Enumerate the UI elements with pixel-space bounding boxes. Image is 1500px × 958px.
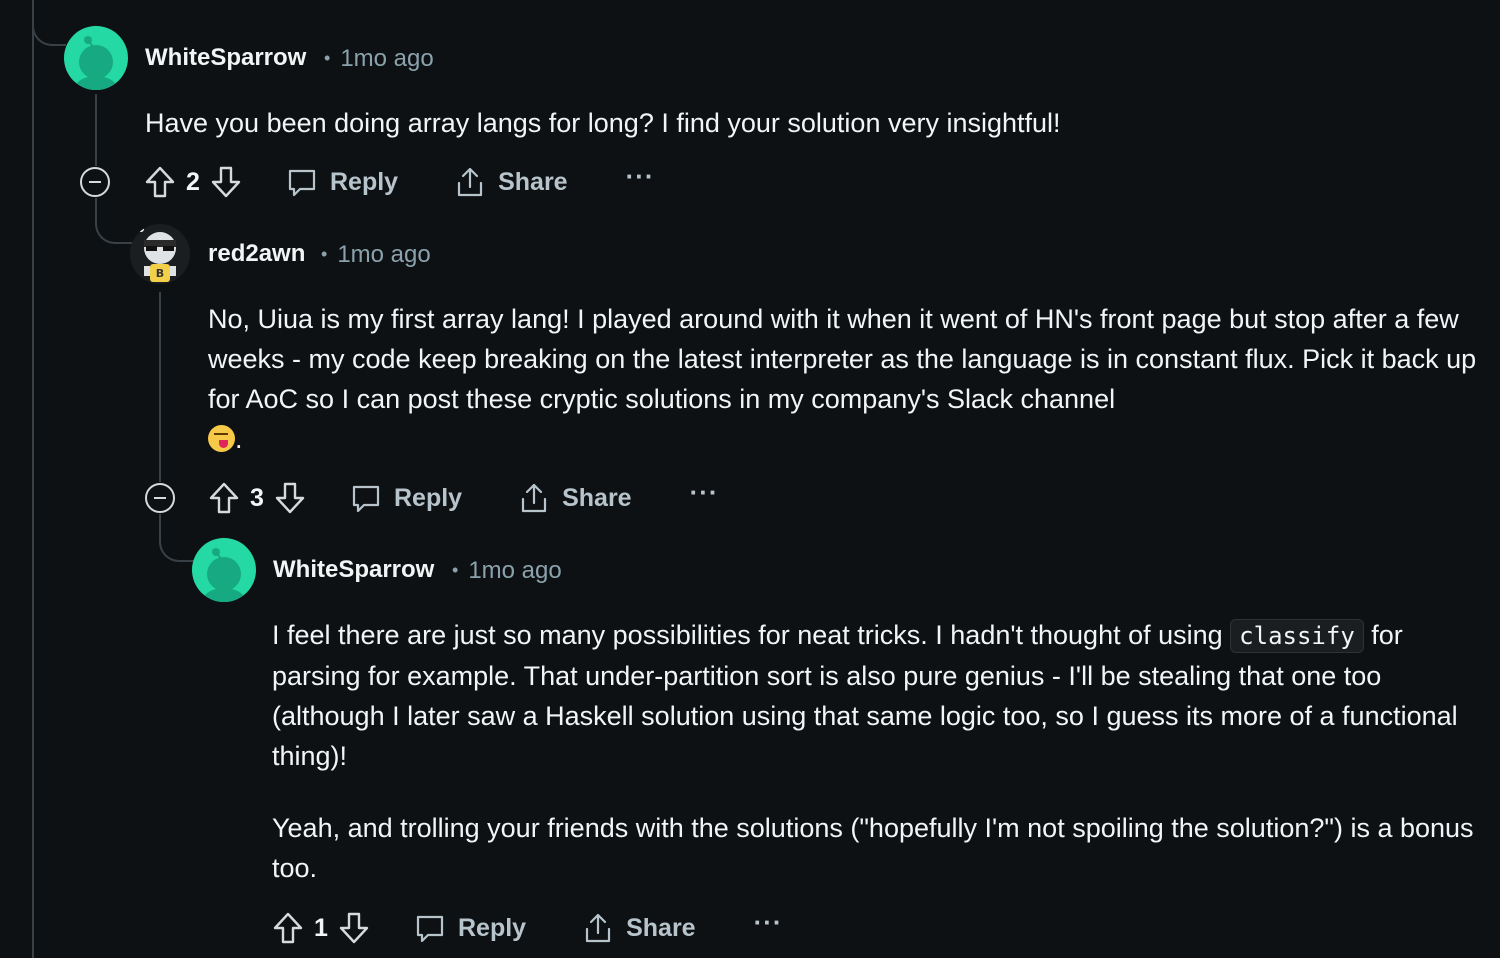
comment-bubble-icon: [288, 169, 316, 197]
comment-text: Have you been doing array langs for long…: [145, 108, 1061, 138]
comment-body: Have you been doing array langs for long…: [145, 103, 1475, 143]
comment-actions: 2 Reply Share ···: [144, 160, 655, 204]
comment-paragraph-1: I feel there are just so many possibilit…: [272, 615, 1487, 776]
downvote-button[interactable]: [210, 165, 242, 199]
comment-body: I feel there are just so many possibilit…: [272, 615, 1487, 888]
share-upload-icon: [457, 167, 483, 197]
comment-actions: 3 Reply Share ···: [208, 476, 719, 520]
comment-text-end: .: [235, 424, 243, 454]
share-upload-icon: [585, 913, 611, 943]
comment-body: No, Uiua is my first array lang! I playe…: [208, 299, 1478, 459]
share-label: Share: [626, 913, 696, 942]
downvote-button[interactable]: [274, 481, 306, 515]
comment-meta: • 1mo ago: [311, 241, 431, 269]
upvote-arrow-icon: [209, 482, 239, 514]
avatar[interactable]: B: [130, 224, 190, 284]
share-upload-icon: [521, 483, 547, 513]
upvote-button[interactable]: [272, 911, 304, 945]
comment-timestamp[interactable]: 1mo ago: [337, 241, 430, 268]
meta-separator: •: [321, 244, 328, 264]
svg-text:B: B: [156, 267, 164, 280]
snoo-sunglasses-avatar-icon: B: [138, 226, 176, 282]
upvote-button[interactable]: [144, 165, 176, 199]
squinting-tongue-emoji-icon: [208, 425, 235, 452]
share-label: Share: [562, 483, 632, 512]
downvote-arrow-icon: [211, 166, 241, 198]
comment-timestamp[interactable]: 1mo ago: [340, 45, 433, 72]
more-options-button[interactable]: ···: [690, 477, 719, 508]
share-label: Share: [498, 167, 568, 196]
comment-actions: 1 Reply Share ···: [272, 906, 783, 950]
snoo-avatar-icon: [74, 36, 118, 90]
comment-bubble-icon: [352, 485, 380, 513]
thread-line-1: [95, 94, 97, 166]
reply-label: Reply: [330, 167, 399, 196]
reply-label: Reply: [394, 483, 463, 512]
downvote-button[interactable]: [338, 911, 370, 945]
upvote-arrow-icon: [145, 166, 175, 198]
thread-connector-2: [95, 198, 133, 244]
downvote-arrow-icon: [275, 482, 305, 514]
reply-label: Reply: [458, 913, 527, 942]
reply-button[interactable]: Reply: [350, 482, 462, 514]
avatar[interactable]: [64, 26, 128, 90]
more-options-button[interactable]: ···: [626, 161, 655, 192]
thread-connector-3: [159, 514, 195, 562]
thread-connector-root: [32, 12, 66, 46]
vote-count: 1: [314, 913, 328, 942]
comment-bubble-icon: [416, 915, 444, 943]
comment-author[interactable]: WhiteSparrow: [273, 556, 434, 584]
reply-button[interactable]: Reply: [414, 912, 526, 944]
paragraph-text: I feel there are just so many possibilit…: [272, 620, 1231, 650]
meta-separator: •: [324, 48, 331, 68]
vote-count: 3: [250, 483, 264, 512]
more-options-button[interactable]: ···: [754, 907, 783, 938]
comment-paragraph-2: Yeah, and trolling your friends with the…: [272, 813, 1474, 883]
share-button[interactable]: Share: [518, 482, 632, 514]
avatar[interactable]: [192, 538, 256, 602]
comment-meta: • 1mo ago: [314, 45, 434, 73]
inline-code: classify: [1230, 619, 1364, 653]
thread-line-root: [32, 0, 34, 958]
upvote-arrow-icon: [273, 912, 303, 944]
reply-button[interactable]: Reply: [286, 166, 398, 198]
comment-text-main: No, Uiua is my first array lang! I playe…: [208, 304, 1477, 414]
upvote-button[interactable]: [208, 481, 240, 515]
meta-separator: •: [452, 560, 459, 580]
collapse-thread-button[interactable]: [145, 483, 175, 513]
comment-author[interactable]: WhiteSparrow: [145, 44, 306, 72]
downvote-arrow-icon: [339, 912, 369, 944]
vote-count: 2: [186, 167, 200, 196]
collapse-thread-button[interactable]: [80, 167, 110, 197]
comment-meta: • 1mo ago: [442, 557, 562, 585]
share-button[interactable]: Share: [454, 166, 568, 198]
comment-author[interactable]: red2awn: [208, 240, 305, 268]
thread-line-2: [159, 292, 161, 482]
snoo-avatar-icon: [202, 548, 246, 602]
comment-timestamp[interactable]: 1mo ago: [468, 557, 561, 584]
share-button[interactable]: Share: [582, 912, 696, 944]
comment-text: No, Uiua is my first array lang! I playe…: [208, 299, 1478, 459]
